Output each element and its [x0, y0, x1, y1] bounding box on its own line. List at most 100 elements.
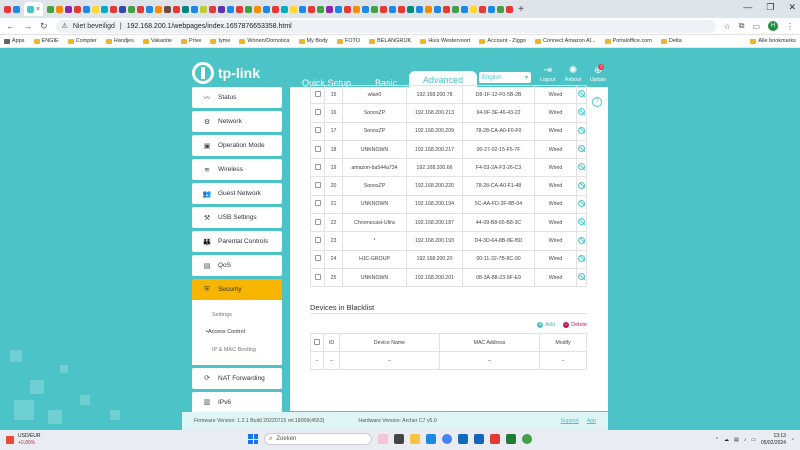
submenu-item-access-control[interactable]: • Access Control [206, 324, 282, 342]
row-checkbox[interactable] [310, 213, 325, 233]
bookmark-item[interactable]: BELANGRIJK [369, 38, 411, 44]
tab-favicon-icon[interactable] [155, 5, 163, 13]
add-button[interactable]: + Add [537, 322, 555, 328]
tab-favicon-icon[interactable] [164, 5, 172, 13]
language-select[interactable]: English ▾ [479, 72, 531, 83]
tab-favicon-icon[interactable] [443, 5, 451, 13]
bookmark-item[interactable]: Wonen/Domotica [239, 38, 290, 44]
tab-close-icon[interactable]: × [36, 6, 40, 13]
bookmark-item[interactable]: Handjes [105, 38, 134, 44]
row-checkbox[interactable] [310, 249, 325, 269]
tab-favicon-icon[interactable] [200, 5, 208, 13]
edge-icon[interactable] [426, 434, 436, 444]
tab-favicon-icon[interactable] [236, 5, 244, 13]
support-link[interactable]: Support [561, 418, 579, 424]
bookmark-item[interactable]: Apps [4, 38, 25, 44]
url-input[interactable]: ⚠ Niet beveiligd | 192.168.200.1/webpage… [55, 19, 716, 33]
row-checkbox[interactable] [310, 121, 325, 141]
new-tab-icon[interactable]: + [518, 4, 524, 15]
menu-icon[interactable]: ⋮ [786, 22, 794, 31]
row-checkbox[interactable] [310, 158, 325, 178]
media-icon[interactable] [490, 434, 500, 444]
system-clock[interactable]: 13:13 05/02/2024 [761, 433, 786, 446]
tab-favicon-icon[interactable] [497, 5, 505, 13]
sidebar-item-status[interactable]: 〰 Status [192, 87, 282, 108]
tab-favicon-icon[interactable] [425, 5, 433, 13]
sidebar-item-guest-network[interactable]: 👥 Guest Network [192, 183, 282, 204]
help-icon[interactable]: ? [592, 97, 602, 107]
select-all-checkbox[interactable] [310, 333, 324, 352]
tab-favicon-icon[interactable] [335, 5, 343, 13]
forward-icon[interactable]: → [23, 21, 32, 31]
volume-icon[interactable]: ♪ [744, 437, 747, 443]
chrome-icon[interactable] [442, 434, 452, 444]
tab-favicon-icon[interactable] [227, 5, 235, 13]
tab-favicon-icon[interactable] [317, 5, 325, 13]
task-view-icon[interactable] [394, 434, 404, 444]
sidebar-item-nat-forwarding[interactable]: ⟳ NAT Forwarding [192, 367, 282, 389]
bookmark-item[interactable]: Account - Ziggo [479, 38, 526, 44]
taskbar-search[interactable]: ⌕ Zoeken [264, 433, 372, 445]
tab-favicon-icon[interactable] [13, 5, 20, 13]
sidebar-item-qos[interactable]: ▤ QoS [192, 255, 282, 276]
block-icon[interactable] [576, 249, 587, 269]
delete-button[interactable]: − Delete [563, 322, 587, 328]
row-checkbox[interactable] [310, 194, 325, 215]
tab-favicon-icon[interactable] [146, 5, 154, 13]
bookmark-item[interactable]: FOTO [336, 38, 360, 44]
update-button[interactable]: ⊕ 1 Update [590, 64, 606, 83]
block-icon[interactable] [576, 121, 587, 141]
block-icon[interactable] [576, 139, 587, 160]
bookmark-item[interactable]: Compter [67, 38, 97, 44]
sidebar-item-usb-settings[interactable]: ⚒ USB Settings [192, 207, 282, 228]
sidebar-item-network[interactable]: ⚙ Network [192, 111, 282, 132]
tab-favicon-icon[interactable] [362, 5, 370, 13]
tab-favicon-icon[interactable] [371, 5, 379, 13]
row-checkbox[interactable] [310, 84, 325, 105]
chevron-up-icon[interactable]: ⌃ [715, 437, 719, 443]
tab-favicon-icon[interactable] [65, 5, 73, 13]
block-icon[interactable] [576, 103, 587, 123]
tab-favicon-icon[interactable] [308, 5, 316, 13]
battery-icon[interactable]: ▭ [751, 437, 756, 443]
row-checkbox[interactable] [310, 103, 325, 123]
tab-favicon-icon[interactable] [506, 5, 514, 13]
tab-favicon-icon[interactable] [92, 5, 100, 13]
tab-favicon-icon[interactable] [191, 5, 199, 13]
maximize-icon[interactable]: ❐ [766, 2, 774, 13]
cloud-icon[interactable]: ☁ [724, 437, 729, 443]
sidebar-item-security[interactable]: ⛨ Security [192, 279, 282, 300]
excel-icon[interactable] [506, 434, 516, 444]
chrome-profile-icon[interactable] [522, 434, 532, 444]
sidebar-item-operation-mode[interactable]: ▣ Operation Mode [192, 135, 282, 156]
tab-favicon-icon[interactable] [389, 5, 397, 13]
tab-favicon-icon[interactable] [470, 5, 478, 13]
tab-favicon-icon[interactable] [398, 5, 406, 13]
row-checkbox[interactable] [310, 139, 325, 160]
block-icon[interactable] [576, 231, 587, 251]
notifications-icon[interactable]: ◔ [791, 437, 794, 443]
close-icon[interactable]: ✕ [788, 2, 796, 13]
file-explorer-icon[interactable] [410, 434, 420, 444]
active-tab[interactable]: × [24, 2, 44, 16]
tab-favicon-icon[interactable] [47, 5, 55, 13]
block-icon[interactable] [576, 158, 587, 178]
network-icon[interactable]: ▤ [734, 437, 739, 443]
tab-favicon-icon[interactable] [461, 5, 469, 13]
all-bookmarks[interactable]: Alle bookmarks [750, 38, 796, 44]
tab-favicon-icon[interactable] [209, 5, 217, 13]
tab-favicon-icon[interactable] [290, 5, 298, 13]
sidepanel-icon[interactable]: ▭ [752, 22, 760, 31]
tab-favicon-icon[interactable] [83, 5, 91, 13]
sidebar-item-ipv6[interactable]: ▥ IPv6 [192, 391, 282, 413]
tab-favicon-icon[interactable] [326, 5, 334, 13]
block-icon[interactable] [576, 213, 587, 233]
tab-favicon-icon[interactable] [407, 5, 415, 13]
sidebar-item-parental-controls[interactable]: 👪 Parental Controls [192, 231, 282, 252]
tab-favicon-icon[interactable] [119, 5, 127, 13]
sidebar-item-wireless[interactable]: ≋ Wireless [192, 159, 282, 180]
bookmark-item[interactable]: Vakantie [142, 38, 172, 44]
block-icon[interactable] [576, 267, 587, 288]
tab-favicon-icon[interactable] [452, 5, 460, 13]
block-icon[interactable] [576, 194, 587, 215]
